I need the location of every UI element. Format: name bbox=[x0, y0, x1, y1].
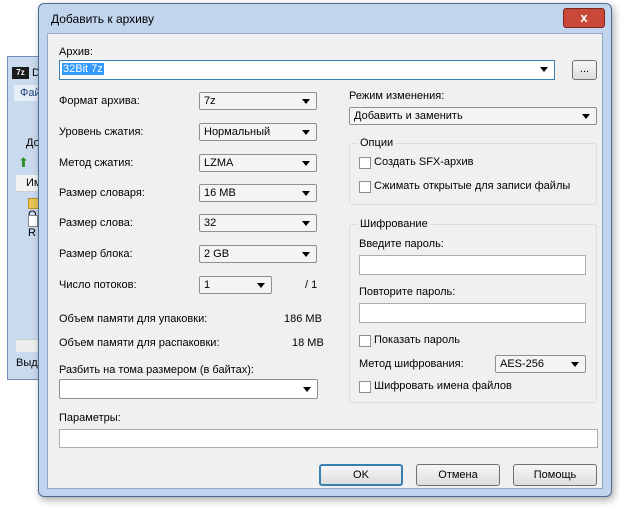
show-password-checkbox[interactable] bbox=[359, 335, 371, 347]
chevron-down-icon bbox=[302, 161, 310, 166]
level-value: Нормальный bbox=[204, 126, 271, 138]
update-mode-label: Режим изменения: bbox=[349, 90, 445, 102]
level-label: Уровень сжатия: bbox=[59, 126, 144, 138]
dialog-title: Добавить к архиву bbox=[51, 12, 154, 26]
repeat-password-label: Повторите пароль: bbox=[359, 286, 456, 298]
threads-value: 1 bbox=[204, 279, 211, 291]
archive-input-value: 32Bit 7z bbox=[62, 63, 104, 75]
dict-label: Размер словаря: bbox=[59, 187, 145, 199]
level-select[interactable]: Нормальный bbox=[199, 123, 317, 141]
encryption-method-select[interactable]: AES-256 bbox=[495, 355, 586, 373]
format-label: Формат архива: bbox=[59, 95, 140, 107]
method-value: LZMA bbox=[204, 157, 234, 169]
list-item-label: R bbox=[28, 227, 36, 240]
encryption-method-label: Метод шифрования: bbox=[359, 358, 464, 370]
chevron-down-icon bbox=[302, 99, 310, 104]
shared-files-checkbox[interactable] bbox=[359, 181, 371, 193]
mem-pack-label: Объем памяти для упаковки: bbox=[59, 313, 208, 325]
mem-pack-value: 186 MB bbox=[284, 313, 322, 325]
options-group: Опции bbox=[349, 137, 597, 205]
update-mode-value: Добавить и заменить bbox=[354, 110, 463, 122]
mem-unpack-label: Объем памяти для распаковки: bbox=[59, 337, 220, 349]
word-select[interactable]: 32 bbox=[199, 214, 317, 232]
chevron-down-icon[interactable] bbox=[540, 67, 548, 72]
chevron-down-icon bbox=[582, 114, 590, 119]
add-to-archive-dialog: Добавить к архиву x Архив: 32Bit 7z ... … bbox=[38, 3, 612, 497]
encryption-method-value: AES-256 bbox=[500, 358, 545, 370]
chevron-down-icon bbox=[302, 191, 310, 196]
chevron-down-icon bbox=[303, 387, 311, 392]
split-select[interactable] bbox=[59, 379, 318, 399]
dict-select[interactable]: 16 MB bbox=[199, 184, 317, 202]
sfx-checkbox[interactable] bbox=[359, 157, 371, 169]
threads-max: / 1 bbox=[305, 279, 318, 291]
browse-button[interactable]: ... bbox=[572, 60, 597, 80]
format-select[interactable]: 7z bbox=[199, 92, 317, 110]
word-value: 32 bbox=[204, 217, 217, 229]
encrypt-names-checkbox[interactable] bbox=[359, 381, 371, 393]
help-button[interactable]: Помощь bbox=[513, 464, 597, 486]
mem-unpack-value: 18 MB bbox=[292, 337, 324, 349]
dialog-client: Архив: 32Bit 7z ... Формат архива: 7z Ур… bbox=[47, 33, 603, 489]
encrypt-names-label[interactable]: Шифровать имена файлов bbox=[374, 380, 512, 392]
threads-label: Число потоков: bbox=[59, 279, 137, 291]
password-input[interactable] bbox=[359, 255, 586, 275]
file-icon bbox=[28, 215, 38, 228]
block-label: Размер блока: bbox=[59, 248, 133, 260]
cancel-button[interactable]: Отмена bbox=[416, 464, 500, 486]
dict-value: 16 MB bbox=[204, 187, 236, 199]
params-label: Параметры: bbox=[59, 412, 121, 424]
word-label: Размер слова: bbox=[59, 217, 133, 229]
repeat-password-input[interactable] bbox=[359, 303, 586, 323]
ok-button[interactable]: OK bbox=[319, 464, 403, 486]
show-password-label[interactable]: Показать пароль bbox=[374, 334, 460, 346]
update-mode-select[interactable]: Добавить и заменить bbox=[349, 107, 597, 125]
up-arrow-icon[interactable]: ⬆ bbox=[18, 155, 32, 170]
method-label: Метод сжатия: bbox=[59, 157, 134, 169]
split-label: Разбить на тома размером (в байтах): bbox=[59, 364, 254, 376]
chevron-down-icon bbox=[302, 130, 310, 135]
close-button[interactable]: x bbox=[563, 8, 605, 28]
block-value: 2 GB bbox=[204, 248, 230, 260]
title-bar[interactable]: Добавить к архиву x bbox=[39, 4, 611, 32]
password-label: Введите пароль: bbox=[359, 238, 444, 250]
block-select[interactable]: 2 GB bbox=[199, 245, 317, 263]
encryption-group-title: Шифрование bbox=[358, 218, 430, 230]
sfx-label[interactable]: Создать SFX-архив bbox=[374, 156, 474, 168]
options-group-title: Опции bbox=[358, 137, 396, 149]
chevron-down-icon bbox=[571, 362, 579, 367]
params-input[interactable] bbox=[59, 429, 598, 448]
chevron-down-icon bbox=[302, 252, 310, 257]
threads-select[interactable]: 1 bbox=[199, 276, 272, 294]
archive-label: Архив: bbox=[59, 46, 93, 58]
chevron-down-icon bbox=[302, 221, 310, 226]
app-icon: 7z bbox=[12, 67, 29, 79]
format-value: 7z bbox=[204, 95, 216, 107]
method-select[interactable]: LZMA bbox=[199, 154, 317, 172]
shared-files-label[interactable]: Сжимать открытые для записи файлы bbox=[374, 180, 570, 192]
chevron-down-icon bbox=[257, 283, 265, 288]
archive-input[interactable]: 32Bit 7z bbox=[59, 60, 555, 80]
